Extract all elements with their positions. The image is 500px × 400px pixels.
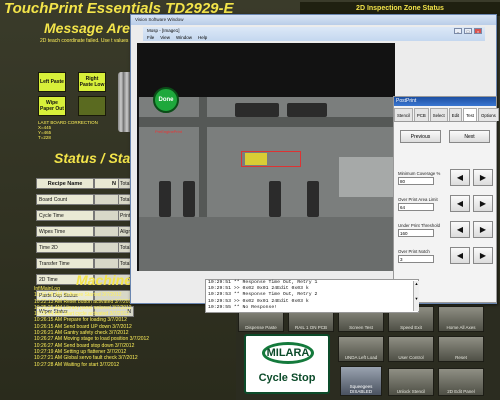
next-button[interactable]: Next	[449, 130, 490, 143]
decrease-arrow-icon[interactable]: ◀	[450, 195, 470, 212]
done-button[interactable]: Done	[153, 87, 179, 113]
under-print-threshold-field[interactable]: 160	[398, 229, 434, 237]
minimum-coverage-param: Minimum Coverage % 80 ◀ ▶	[398, 169, 494, 186]
increase-arrow-icon[interactable]: ▶	[473, 221, 493, 238]
cycle-stop-button[interactable]: MILARA Cycle Stop	[244, 334, 330, 394]
minimize-icon[interactable]: –	[454, 28, 462, 34]
log-scrollbar[interactable]: ▲ ▼	[413, 281, 419, 311]
maximize-icon[interactable]: □	[464, 28, 472, 34]
close-icon[interactable]: ×	[474, 28, 482, 34]
cycle-stop-label: Cycle Stop	[258, 372, 316, 384]
tab-edit[interactable]: Edit	[448, 108, 463, 121]
stat-label: Wipes Time	[36, 226, 94, 237]
squeegee-status: Squeegees DISABLED	[342, 384, 380, 394]
window-controls: – □ ×	[454, 28, 482, 34]
menu-view[interactable]: View	[160, 34, 170, 41]
solder-paste-highlight	[245, 153, 267, 165]
menu-file[interactable]: File	[147, 34, 154, 41]
pcb-ground-plane	[139, 217, 393, 271]
tab-pcb[interactable]: PCB	[413, 108, 429, 121]
post-print-panel: PostPrint Stencil PCB Select Edit Test O…	[393, 96, 499, 303]
tab-stencil[interactable]: Stencil	[394, 108, 413, 121]
panel-tabs: Stencil PCB Select Edit Test Options	[394, 108, 499, 122]
recipe-name-label: Recipe Name	[36, 178, 94, 189]
minimum-coverage-field[interactable]: 80	[398, 177, 434, 185]
under-print-threshold-param: Under Print Threshold 160 ◀ ▶	[398, 221, 494, 238]
menu-help[interactable]: Help	[198, 34, 207, 41]
machine-button-blank[interactable]	[78, 96, 106, 116]
over-print-area-param: Over Print Area Limit 64 ◀ ▶	[398, 195, 494, 212]
milara-logo: MILARA	[262, 342, 314, 364]
wipe-paper-out-button[interactable]: Wipe Paper Out	[38, 96, 66, 116]
list-item: 10:29:55 ** No Response!	[208, 304, 278, 310]
vision-software-window[interactable]: Vision Software Window Mosp - [Image1] F…	[130, 14, 499, 313]
pcb-pad	[183, 181, 195, 217]
stat-label: Time 2D	[36, 242, 94, 253]
pcb-pad	[307, 181, 319, 217]
board-correction: LAST BOARD CORRECTION X=445 Y=465 T=228	[38, 120, 98, 140]
reset-button[interactable]: Reset	[438, 336, 484, 362]
pcb-region	[339, 157, 393, 197]
increase-arrow-icon[interactable]: ▶	[473, 247, 493, 264]
subwindow-title: Mosp - [Image1]	[147, 28, 180, 33]
pcb-trace	[139, 117, 393, 127]
increase-arrow-icon[interactable]: ▶	[473, 195, 493, 212]
window-title-bar[interactable]: Vision Software Window	[131, 15, 496, 25]
vision-log-pane[interactable]: 10:29:51 ** Response Time Out, Retry 1 1…	[205, 279, 419, 313]
list-item: 10:27:28 AM Waiting for start 3/7/2012	[34, 361, 120, 368]
pcb-pad	[269, 181, 281, 217]
tab-test[interactable]: Test	[463, 108, 477, 121]
increase-arrow-icon[interactable]: ▶	[473, 169, 493, 186]
nav-row: Previous Next	[394, 122, 496, 143]
status-heading: Status / Stas	[54, 150, 139, 166]
stat-label: Cycle Time	[36, 210, 94, 221]
unlock-stencil-button[interactable]: Unlock Stencil	[388, 368, 434, 396]
unda-left-load-button[interactable]: UNDA Left Load	[338, 336, 384, 362]
right-paste-low-button[interactable]: Right Paste Low	[78, 72, 106, 92]
tab-options[interactable]: Options	[478, 108, 499, 121]
home-all-axes-button[interactable]: Home All Axes	[438, 306, 484, 332]
decrease-arrow-icon[interactable]: ◀	[450, 221, 470, 238]
2d-edit-panel-button[interactable]: 2D Edit Panel	[438, 368, 484, 396]
overlay-label: PreEnginePrint	[155, 129, 182, 134]
decrease-arrow-icon[interactable]: ◀	[450, 247, 470, 264]
menu-window[interactable]: Window	[176, 34, 192, 41]
left-paste-button[interactable]: Left Paste	[38, 72, 66, 92]
previous-button[interactable]: Previous	[400, 130, 441, 143]
board-correction-t: T=228	[38, 135, 51, 140]
over-print-notch-field[interactable]: 3	[398, 255, 434, 263]
over-print-area-field[interactable]: 64	[398, 203, 434, 211]
menu-bar: File View Window Help	[147, 34, 485, 41]
image-subwindow-bar[interactable]: Mosp - [Image1] File View Window Help – …	[143, 27, 485, 41]
pcb-pad	[235, 103, 279, 117]
tab-select[interactable]: Select	[429, 108, 448, 121]
over-print-notch-param: Over Print Notch 3 ◀ ▶	[398, 247, 494, 264]
panel-title: PostPrint	[394, 97, 496, 106]
stat-label: Transfer Time	[36, 258, 94, 269]
stat-label: Board Count	[36, 194, 94, 205]
decrease-arrow-icon[interactable]: ◀	[450, 169, 470, 186]
user-control-button[interactable]: User Control	[388, 336, 434, 362]
pcb-image	[139, 97, 393, 271]
squeegee-disabled-badge: DISABLED	[349, 389, 373, 394]
camera-image-view[interactable]: Done PreEnginePrint	[137, 43, 395, 271]
pcb-pad	[287, 103, 327, 117]
pcb-pad	[159, 181, 171, 217]
